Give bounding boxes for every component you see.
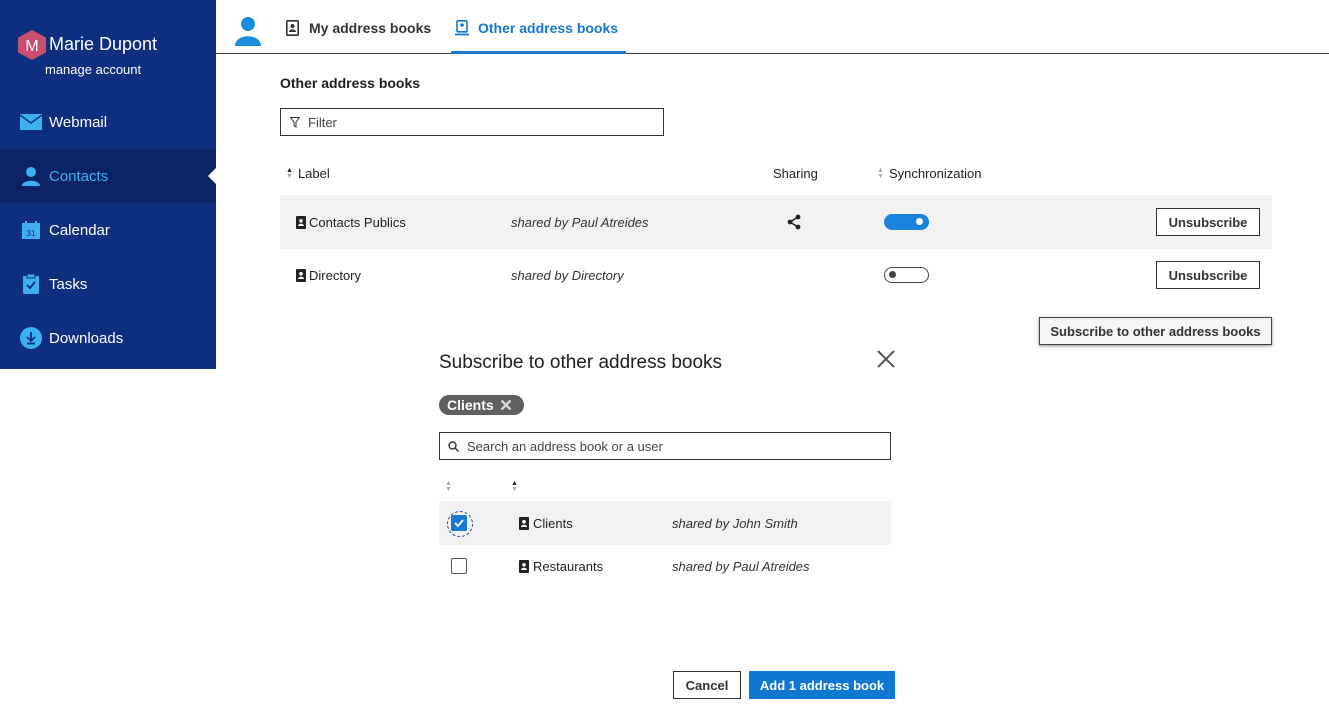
envelope-icon (20, 111, 42, 133)
sidebar: M Marie Dupont manage account Webmail Co… (0, 0, 216, 369)
unsubscribe-button[interactable]: Unsubscribe (1156, 208, 1260, 236)
tab-bar: My address books Other address books (216, 0, 1329, 54)
column-header-text: Synchronization (888, 166, 982, 181)
user-block[interactable]: M Marie Dupont manage account (18, 30, 208, 80)
row-label-text: Directory (309, 267, 362, 283)
sync-toggle[interactable] (884, 267, 929, 283)
chip-remove-icon[interactable] (500, 399, 512, 411)
page-title: Other address books (280, 75, 421, 91)
download-icon (20, 327, 42, 349)
row-label: Restaurants (519, 544, 603, 588)
toggle-knob (916, 218, 923, 225)
sidebar-item-label: Tasks (49, 275, 88, 293)
dialog-title: Subscribe to other address books (439, 352, 723, 373)
sync-toggle[interactable] (884, 214, 929, 230)
list-item[interactable]: Clients shared by John Smith (439, 501, 891, 545)
selected-chip: Clients (439, 395, 524, 415)
unsubscribe-button[interactable]: Unsubscribe (1156, 261, 1260, 289)
contacts-home-icon[interactable] (234, 16, 262, 46)
address-book-icon (296, 268, 306, 282)
cancel-button[interactable]: Cancel (673, 671, 741, 699)
select-checkbox[interactable] (447, 511, 473, 537)
column-header-label[interactable]: ▲ ▼ Label (286, 166, 330, 181)
row-shared-by: shared by John Smith (672, 515, 798, 531)
row-label: Directory (296, 248, 361, 302)
subscribe-button[interactable]: Subscribe to other address books (1039, 317, 1272, 345)
sidebar-item-label: Contacts (49, 167, 109, 185)
tab-label: My address books (309, 20, 432, 36)
column-header-text: Sharing (773, 166, 818, 181)
filter-box[interactable] (280, 108, 664, 136)
address-book-icon (519, 559, 529, 573)
filter-icon (290, 116, 300, 128)
tab-my-address-books[interactable]: My address books (286, 20, 431, 54)
sidebar-item-label: Calendar (49, 221, 110, 239)
toggle-knob (889, 271, 896, 278)
row-label: Clients (519, 501, 573, 545)
row-shared-by: shared by Paul Atreides (672, 558, 810, 574)
share-icon (787, 214, 801, 230)
row-label-text: Contacts Publics (309, 214, 406, 230)
address-book-icon (296, 215, 306, 229)
clipboard-icon (20, 273, 42, 295)
calendar-icon: 31 (20, 219, 42, 241)
sidebar-item-label: Webmail (49, 113, 108, 131)
sidebar-item-webmail[interactable]: Webmail (0, 95, 216, 149)
address-book-icon (519, 516, 529, 530)
table-row[interactable]: Contacts Publics shared by Paul Atreides… (280, 195, 1272, 249)
tab-label: Other address books (478, 20, 619, 36)
row-shared-by: shared by Directory (511, 267, 624, 283)
sort-icon[interactable]: ▲ ▼ (511, 480, 518, 493)
sidebar-item-tasks[interactable]: Tasks (0, 257, 216, 311)
sidebar-item-calendar[interactable]: 31 Calendar (0, 203, 216, 257)
search-box[interactable] (439, 432, 891, 460)
row-shared-by: shared by Paul Atreides (511, 214, 649, 230)
address-book-icon (286, 20, 300, 36)
manage-account-link[interactable]: manage account (45, 62, 141, 77)
sidebar-item-contacts[interactable]: Contacts (0, 149, 216, 203)
sort-icon: ▲ ▼ (877, 166, 884, 180)
row-label-text: Restaurants (533, 558, 604, 574)
search-input[interactable] (467, 438, 787, 454)
shared-address-book-icon (455, 20, 469, 36)
sort-icon[interactable]: ▲ ▼ (445, 480, 452, 493)
column-header-sync[interactable]: ▲ ▼ Synchronization (877, 166, 981, 181)
filter-input[interactable] (308, 114, 628, 130)
table-row[interactable]: Directory shared by Directory Unsubscrib… (280, 248, 1272, 302)
column-header-text: Label (297, 166, 330, 181)
avatar: M (18, 30, 46, 60)
list-item[interactable]: Restaurants shared by Paul Atreides (439, 544, 891, 588)
row-label-text: Clients (533, 515, 573, 531)
close-icon[interactable] (876, 349, 896, 369)
add-address-book-button[interactable]: Add 1 address book (749, 671, 895, 699)
sidebar-item-downloads[interactable]: Downloads (0, 311, 216, 365)
select-checkbox[interactable] (451, 558, 467, 574)
calendar-day: 31 (27, 229, 36, 238)
person-icon (20, 165, 42, 187)
sidebar-item-label: Downloads (49, 329, 124, 347)
sort-icon: ▲ ▼ (286, 166, 293, 180)
tab-other-address-books[interactable]: Other address books (451, 20, 627, 54)
column-header-sharing: Sharing (773, 166, 818, 181)
avatar-letter: M (25, 38, 38, 55)
chip-label: Clients (447, 397, 494, 413)
user-name: Marie Dupont (49, 34, 158, 54)
row-label: Contacts Publics (296, 195, 406, 249)
search-icon (448, 440, 459, 452)
